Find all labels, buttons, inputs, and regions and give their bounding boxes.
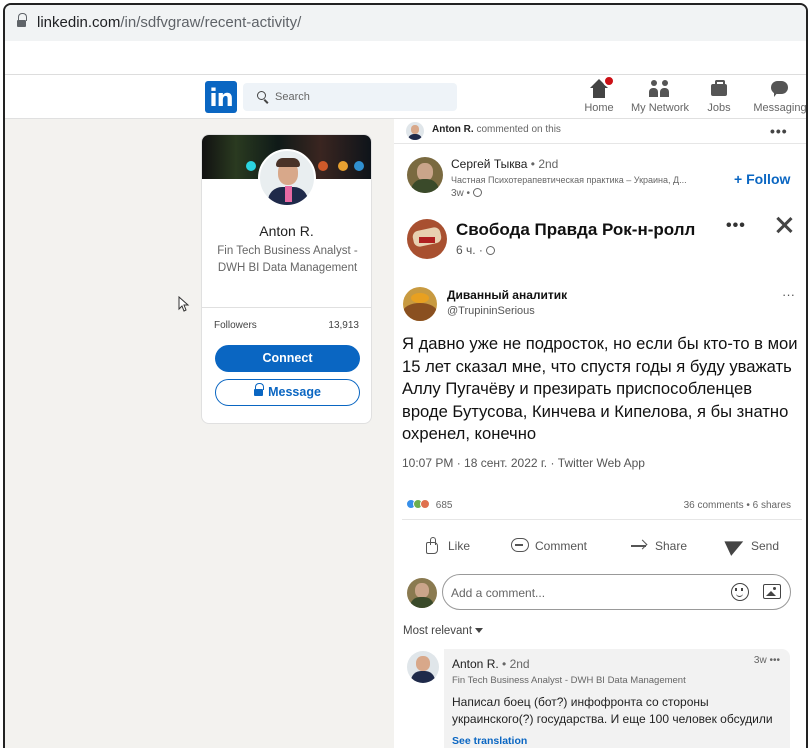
image-icon[interactable]	[763, 584, 781, 599]
tweet-avatar	[403, 287, 437, 321]
browser-window: linkedin.com/in/sdfvgraw/recent-activity…	[3, 3, 808, 748]
profile-name[interactable]: Anton R.	[202, 223, 371, 239]
address-bar[interactable]: linkedin.com/in/sdfvgraw/recent-activity…	[5, 5, 806, 41]
author-headline: Частная Психотерапевтическая практика – …	[451, 175, 687, 185]
notification-badge	[603, 75, 615, 87]
tweet-handle: @TrupininSerious	[447, 305, 535, 317]
more-options-icon[interactable]: ···	[782, 287, 795, 302]
comment-time[interactable]: 3w •••	[754, 655, 780, 666]
avatar[interactable]	[406, 122, 424, 140]
avatar[interactable]	[407, 651, 439, 683]
reactions[interactable]: 685	[406, 499, 452, 511]
caret-down-icon	[475, 628, 484, 633]
message-button[interactable]: Message	[215, 379, 360, 406]
send-button[interactable]: Send	[727, 537, 779, 553]
comment-placeholder: Add a comment...	[451, 586, 546, 600]
followers-count: 13,913	[328, 320, 359, 331]
nav-messaging[interactable]: Messaging	[753, 79, 807, 114]
post-context: Anton R. commented on this	[432, 124, 561, 135]
search-input[interactable]: Search	[243, 83, 457, 111]
profile-card: Anton R. Fin Tech Business Analyst - DWH…	[201, 134, 372, 424]
globe-icon	[486, 246, 496, 255]
nav-jobs[interactable]: Jobs	[705, 79, 733, 114]
more-options-icon[interactable]: •••	[770, 123, 788, 139]
url-text[interactable]: linkedin.com/in/sdfvgraw/recent-activity…	[37, 14, 301, 31]
divider	[394, 143, 806, 144]
love-reaction-icon	[420, 499, 430, 509]
linkedin-nav: in Search Home My Network Jobs Messaging	[5, 75, 806, 119]
globe-icon	[472, 188, 482, 197]
more-options-icon[interactable]: •••	[726, 217, 746, 235]
comment-text: Написал боец (бот?) инфофронта со сторон…	[452, 695, 773, 726]
comment-bubble: Anton R. • 2nd 3w ••• Fin Tech Business …	[444, 649, 790, 748]
lock-icon	[17, 13, 27, 28]
share-button[interactable]: Share	[631, 537, 687, 553]
divider	[402, 519, 802, 520]
connect-button[interactable]: Connect	[215, 345, 360, 372]
see-translation-link[interactable]: See translation	[452, 735, 527, 747]
shared-time: 6 ч. ·	[456, 243, 496, 257]
share-arrow-icon	[631, 537, 649, 553]
send-icon	[727, 537, 745, 553]
linkedin-logo[interactable]: in	[205, 81, 237, 113]
nav-my-network[interactable]: My Network	[630, 79, 690, 114]
nav-home-label: Home	[584, 102, 614, 114]
avatar[interactable]	[258, 149, 316, 207]
emoji-icon[interactable]	[731, 583, 749, 601]
divider	[202, 307, 371, 308]
comment-share-counts[interactable]: 36 comments • 6 shares	[684, 500, 791, 511]
post-time: 3w •	[451, 188, 482, 199]
briefcase-icon	[709, 79, 729, 99]
search-placeholder: Search	[275, 91, 310, 103]
profile-headline: Fin Tech Business Analyst - DWH BI Data …	[217, 245, 358, 274]
like-button[interactable]: Like	[424, 537, 470, 554]
comment-input[interactable]: Add a comment...	[442, 574, 791, 610]
messaging-icon	[770, 79, 790, 99]
comment-author-headline: Fin Tech Business Analyst - DWH BI Data …	[452, 675, 686, 686]
comment-author[interactable]: Anton R. • 2nd	[452, 657, 530, 671]
nav-jobs-label: Jobs	[707, 102, 731, 114]
followers-label: Followers	[214, 320, 257, 331]
avatar	[407, 578, 437, 608]
author-avatar[interactable]	[407, 157, 443, 193]
comment-icon	[511, 537, 529, 553]
follow-button[interactable]: + Follow	[734, 171, 790, 187]
lock-icon	[254, 383, 265, 397]
tweet-meta: 10:07 PM · 18 сент. 2022 г. · Twitter We…	[402, 456, 645, 470]
tweet-text: Я давно уже не подросток, но если бы кто…	[402, 334, 798, 443]
home-icon	[589, 75, 615, 99]
sort-dropdown[interactable]: Most relevant	[403, 625, 484, 637]
nav-messaging-label: Messaging	[753, 102, 807, 114]
shared-title[interactable]: Свобода Правда Рок-н-ролл	[456, 220, 695, 240]
bookmarks-bar	[5, 41, 806, 75]
network-icon	[649, 79, 671, 99]
feed-post: Anton R. commented on this ••• Сергей Ты…	[394, 119, 806, 748]
search-icon	[257, 91, 266, 100]
author-name[interactable]: Сергей Тыква • 2nd	[451, 157, 558, 171]
close-icon[interactable]	[774, 215, 794, 235]
thumbs-up-icon	[424, 537, 442, 554]
nav-my-network-label: My Network	[630, 102, 690, 114]
shared-avatar[interactable]	[407, 219, 447, 259]
comment-button[interactable]: Comment	[511, 537, 587, 553]
nav-home[interactable]: Home	[583, 75, 615, 114]
tweet-author-name: Диванный аналитик	[447, 288, 568, 302]
